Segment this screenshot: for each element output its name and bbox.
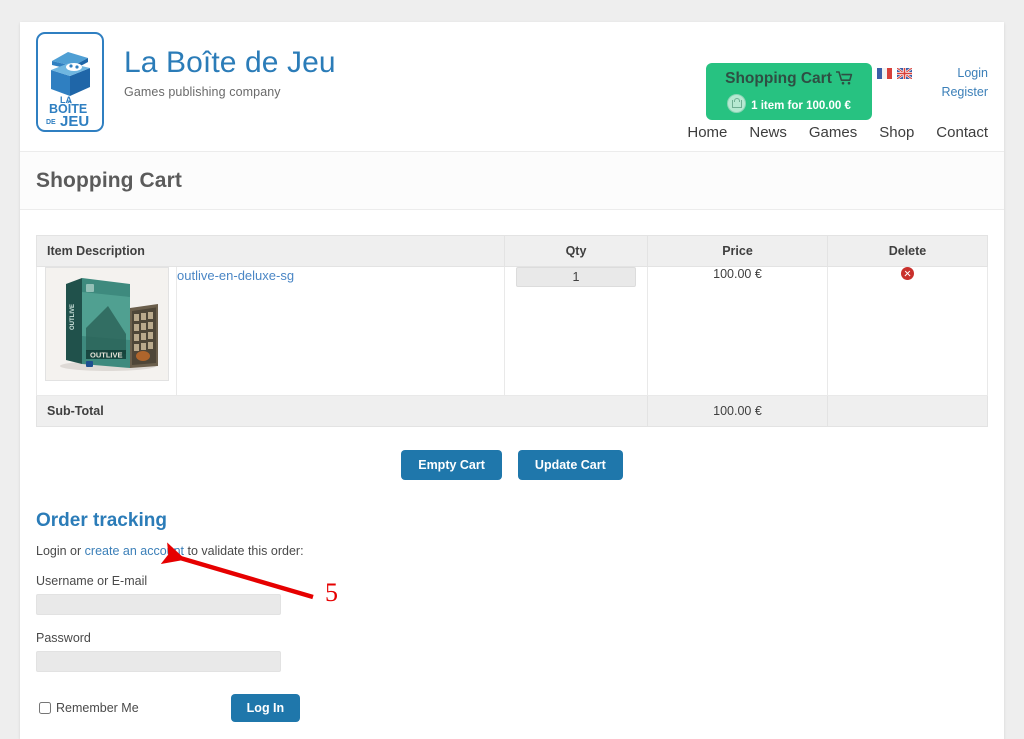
password-label: Password [36, 631, 91, 645]
brand-title: La Boîte de Jeu [124, 46, 336, 79]
login-note-suffix: to validate this order: [184, 544, 304, 558]
page-title: Shopping Cart [36, 168, 182, 192]
cart-table: Item Description Qty Price Delete OUTLIV… [36, 235, 988, 427]
cell-item-name: outlive-en-deluxe-sg [176, 266, 505, 396]
login-link[interactable]: Login [941, 64, 988, 83]
password-input[interactable] [36, 651, 281, 672]
logo-graphic: LA BOÎTE DE JEU [46, 52, 90, 130]
nav-item-news[interactable]: News [749, 124, 787, 141]
create-account-link[interactable]: create an account [85, 544, 184, 558]
cart-action-buttons: Empty Cart Update Cart [36, 450, 988, 480]
delete-item-icon[interactable] [901, 267, 914, 280]
language-switcher [877, 68, 912, 79]
remember-me-checkbox[interactable] [39, 702, 51, 714]
svg-text:OUTLIVE: OUTLIVE [90, 351, 123, 360]
empty-cart-button[interactable]: Empty Cart [401, 450, 502, 480]
subtotal-label: Sub-Total [36, 395, 648, 427]
log-in-button[interactable]: Log In [230, 694, 301, 722]
cell-price: 100.00 € [647, 266, 828, 396]
cart-trolley-icon [835, 71, 853, 91]
svg-text:DE: DE [46, 119, 56, 126]
svg-text:JEU: JEU [60, 113, 89, 130]
page-title-bar: Shopping Cart [20, 152, 1004, 210]
product-thumbnail-outlive[interactable]: OUTLIVE OUTLIVE [44, 267, 169, 381]
remember-me-label[interactable]: Remember Me [56, 701, 139, 715]
main-navigation: Home News Games Shop Contact [687, 124, 988, 141]
order-tracking-heading: Order tracking [36, 510, 167, 531]
column-header-qty: Qty [504, 235, 648, 267]
subtotal-row: Sub-Total 100.00 € [36, 395, 988, 427]
shopping-cart-summary: 1 item for 100.00 € [751, 100, 851, 112]
site-header: LA BOÎTE DE JEU La Boîte de Jeu Games pu… [20, 22, 1004, 152]
nav-item-shop[interactable]: Shop [879, 124, 914, 141]
column-header-item-description: Item Description [36, 235, 505, 267]
nav-item-home[interactable]: Home [687, 124, 727, 141]
remember-me-row: Remember Me Log In [36, 694, 988, 722]
page-container: LA BOÎTE DE JEU La Boîte de Jeu Games pu… [20, 22, 1004, 739]
product-link[interactable]: outlive-en-deluxe-sg [177, 268, 294, 283]
brand-text: La Boîte de Jeu Games publishing company [124, 32, 336, 99]
flag-fr-icon[interactable] [877, 68, 892, 79]
main-content: Item Description Qty Price Delete OUTLIV… [20, 210, 1004, 722]
svg-text:OUTLIVE: OUTLIVE [70, 304, 76, 330]
cart-table-header-row: Item Description Qty Price Delete [36, 235, 988, 267]
subtotal-value: 100.00 € [647, 395, 828, 427]
shopping-bag-icon [727, 94, 747, 113]
nav-item-games[interactable]: Games [809, 124, 857, 141]
nav-item-contact[interactable]: Contact [936, 124, 988, 141]
cell-thumbnail: OUTLIVE OUTLIVE [36, 266, 177, 396]
login-note-prefix: Login or [36, 544, 85, 558]
column-header-delete: Delete [827, 235, 988, 267]
register-link[interactable]: Register [941, 83, 988, 102]
la-boite-de-jeu-logo[interactable]: LA BOÎTE DE JEU [36, 32, 104, 132]
login-note: Login or create an account to validate t… [36, 544, 988, 558]
quantity-input[interactable] [516, 267, 636, 287]
brand-subtitle: Games publishing company [124, 85, 281, 99]
shopping-cart-button[interactable]: Shopping Cart 1 item for 100.00 € [706, 63, 872, 120]
auth-links: Login Register [941, 64, 988, 102]
cell-qty [504, 266, 648, 396]
shopping-cart-label-row: Shopping Cart [706, 69, 872, 91]
subtotal-spacer [827, 395, 988, 427]
update-cart-button[interactable]: Update Cart [517, 450, 623, 480]
brand-block[interactable]: LA BOÎTE DE JEU La Boîte de Jeu Games pu… [36, 32, 336, 132]
product-image: OUTLIVE OUTLIVE [45, 268, 168, 380]
shopping-cart-label: Shopping Cart [725, 70, 832, 87]
cell-delete [827, 266, 988, 396]
username-label: Username or E-mail [36, 574, 148, 588]
column-header-price: Price [647, 235, 828, 267]
table-row: OUTLIVE OUTLIVE outlive-en-deluxe-sg 1 1… [36, 266, 988, 396]
annotation-number: 5 [325, 578, 338, 607]
username-input[interactable] [36, 594, 281, 615]
flag-en-icon[interactable] [897, 68, 912, 79]
shopping-cart-summary-row: 1 item for 100.00 € [706, 94, 872, 114]
order-tracking-section: Order tracking Login or create an accoun… [36, 510, 988, 722]
